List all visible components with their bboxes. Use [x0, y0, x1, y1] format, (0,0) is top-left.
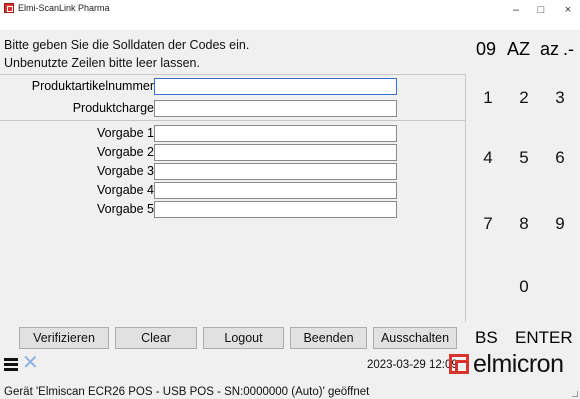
field-label: Vorgabe 2: [97, 145, 154, 159]
close-window-button[interactable]: ×: [560, 4, 576, 16]
vorgabe-3-input[interactable]: [154, 163, 397, 180]
key-8[interactable]: 8: [506, 194, 542, 254]
elmicron-logo-text: elmicron: [473, 350, 564, 378]
form-row-vorgabe-4: Vorgabe 4: [0, 181, 465, 199]
quit-button[interactable]: Beenden: [290, 327, 367, 349]
backspace-key[interactable]: BS: [475, 326, 498, 350]
form-row-vorgabe-1: Vorgabe 1: [0, 124, 465, 142]
minimize-button[interactable]: –: [508, 4, 524, 16]
title-bar: Elmi-ScanLink Pharma – □ ×: [0, 0, 580, 30]
key-5[interactable]: 5: [506, 128, 542, 188]
instructions: Bitte geben Sie die Solldaten der Codes …: [4, 36, 249, 72]
form-row-vorgabe-2: Vorgabe 2: [0, 143, 465, 161]
hamburger-menu-icon[interactable]: [4, 358, 18, 372]
key-1[interactable]: 1: [470, 68, 506, 128]
field-label: Produktartikelnummer: [31, 79, 154, 93]
vorgabe-2-input[interactable]: [154, 144, 397, 161]
form-divider: [0, 120, 465, 121]
field-label: Vorgabe 3: [97, 164, 154, 178]
field-label: Produktcharge: [72, 101, 154, 115]
maximize-button[interactable]: □: [533, 4, 549, 16]
vorgabe-5-input[interactable]: [154, 201, 397, 218]
key-0[interactable]: 0: [506, 257, 542, 317]
enter-key[interactable]: ENTER: [515, 326, 573, 350]
produktcharge-input[interactable]: [154, 100, 397, 117]
key-9[interactable]: 9: [542, 194, 578, 254]
form-row-vorgabe-3: Vorgabe 3: [0, 162, 465, 180]
mode-digits-key[interactable]: 09: [476, 30, 496, 68]
form-right-border: [465, 74, 466, 322]
key-2[interactable]: 2: [506, 68, 542, 128]
instruction-line-2: Unbenutzte Zeilen bitte leer lassen.: [4, 56, 200, 70]
mode-uppercase-key[interactable]: AZ: [507, 30, 530, 68]
keypad-mode-row: 09 AZ az .-: [470, 30, 580, 68]
key-6[interactable]: 6: [542, 128, 578, 188]
vorgabe-4-input[interactable]: [154, 182, 397, 199]
field-label: Vorgabe 1: [97, 126, 154, 140]
field-label: Vorgabe 5: [97, 202, 154, 216]
resize-grip-icon[interactable]: [572, 391, 578, 397]
field-label: Vorgabe 4: [97, 183, 154, 197]
instruction-line-1: Bitte geben Sie die Solldaten der Codes …: [4, 38, 250, 52]
key-3[interactable]: 3: [542, 68, 578, 128]
elmicron-logo-mark-icon: [449, 354, 469, 374]
window-title: Elmi-ScanLink Pharma: [18, 3, 110, 13]
keypad: 09 AZ az .- 1 2 3 4 5 6 7 8 9 0 BS ENTER: [470, 30, 580, 358]
shutdown-button[interactable]: Ausschalten: [373, 327, 457, 349]
form-area: Produktartikelnummer Produktcharge Vorga…: [0, 74, 465, 322]
close-x-icon[interactable]: ✕: [22, 353, 39, 373]
vorgabe-1-input[interactable]: [154, 125, 397, 142]
app-icon: [4, 3, 14, 13]
produktartikelnummer-input[interactable]: [154, 78, 397, 95]
key-4[interactable]: 4: [470, 128, 506, 188]
clear-button[interactable]: Clear: [115, 327, 197, 349]
keypad-action-row: BS ENTER: [470, 326, 580, 350]
key-7[interactable]: 7: [470, 194, 506, 254]
verify-button[interactable]: Verifizieren: [19, 327, 109, 349]
form-row-vorgabe-5: Vorgabe 5: [0, 200, 465, 218]
datetime: 2023-03-29 12:09: [367, 359, 458, 371]
device-status: Gerät 'Elmiscan ECR26 POS - USB POS - SN…: [4, 386, 370, 398]
mode-special-key[interactable]: .-: [563, 30, 574, 68]
logout-button[interactable]: Logout: [203, 327, 284, 349]
mode-lowercase-key[interactable]: az: [540, 30, 559, 68]
form-row-produktcharge: Produktcharge: [0, 99, 465, 117]
form-row-produktartikelnummer: Produktartikelnummer: [0, 77, 465, 95]
